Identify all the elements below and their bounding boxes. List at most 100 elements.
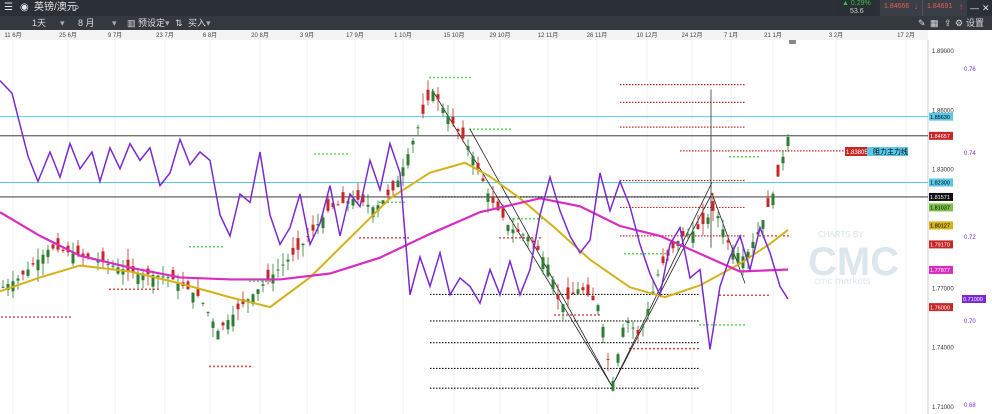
price-axis-label: 1.71000 bbox=[932, 405, 954, 411]
candle-body bbox=[501, 208, 505, 218]
candle-body bbox=[211, 321, 215, 328]
timeframe-select[interactable]: 1天 bbox=[32, 17, 46, 29]
candle-body bbox=[106, 263, 110, 265]
signal-dot bbox=[783, 235, 785, 237]
candle-body bbox=[286, 259, 290, 262]
signal-dot bbox=[387, 236, 389, 239]
candle-body bbox=[421, 104, 425, 114]
instrument-name[interactable]: 英镑/澳元 bbox=[34, 2, 77, 14]
signal-dot bbox=[217, 245, 219, 248]
chart-type-icon[interactable]: ▥ bbox=[127, 17, 136, 29]
time-tick-label: 3 2月 bbox=[828, 33, 844, 39]
minimize-icon[interactable]: — bbox=[970, 2, 979, 14]
signal-dot bbox=[445, 76, 447, 79]
signal-dot bbox=[715, 324, 717, 326]
chevron-down-icon[interactable]: ▾ bbox=[206, 17, 211, 29]
buy-icon[interactable]: ⇅ bbox=[175, 17, 183, 29]
buy-order-button[interactable]: 买入 bbox=[188, 17, 206, 29]
chart-toolbar: 1天 ▾ 8 月 ▾ ▥ 预设定 ▾ ⇅ 买入 ▾ ✎ ▦ ⇪ ⚙ 设置 bbox=[0, 16, 992, 30]
candle-body bbox=[566, 287, 570, 300]
candle-body bbox=[646, 309, 650, 315]
price-chart[interactable]: 1.890001.860001.830001.770001.740001.710… bbox=[0, 40, 992, 414]
candle-body bbox=[31, 263, 35, 265]
signal-dot bbox=[229, 365, 231, 368]
chevron-down-icon[interactable]: ▾ bbox=[112, 17, 117, 29]
signal-dot bbox=[652, 252, 654, 255]
candle-body bbox=[716, 216, 720, 219]
time-tick-label: 3 9月 bbox=[299, 33, 315, 39]
signal-dot bbox=[346, 153, 348, 155]
candle-body bbox=[21, 270, 25, 275]
signal-dot bbox=[673, 347, 675, 350]
change-panel: ▲ 0.29% 53.6 bbox=[838, 0, 878, 16]
candle-body bbox=[606, 359, 610, 361]
signal-dot bbox=[399, 201, 401, 204]
candle-body bbox=[296, 238, 300, 250]
draw-icon[interactable]: ✎ bbox=[918, 17, 926, 29]
chevron-down-icon[interactable]: ▾ bbox=[165, 17, 170, 29]
resistance-annotation[interactable]: 1.83805 阻力主力线 bbox=[845, 147, 908, 156]
period-select[interactable]: 8 月 bbox=[78, 17, 95, 29]
signal-dot bbox=[49, 316, 51, 318]
signal-dot bbox=[221, 245, 223, 248]
candle-body bbox=[776, 164, 780, 177]
price-tag-label: 1.80127 bbox=[930, 224, 950, 230]
candle-body bbox=[431, 91, 435, 102]
signal-dot bbox=[265, 280, 267, 283]
signal-dot bbox=[221, 365, 223, 368]
candle-body bbox=[761, 220, 765, 229]
candle-body bbox=[486, 193, 490, 202]
buy-button[interactable]: 1.84691 ↑ bbox=[922, 0, 967, 16]
signal-dot bbox=[233, 365, 235, 368]
candle-body bbox=[466, 145, 470, 150]
signal-dot bbox=[525, 217, 527, 220]
signal-dot bbox=[469, 76, 471, 79]
signal-dot bbox=[733, 155, 735, 158]
close-icon[interactable]: ✕ bbox=[982, 2, 990, 14]
signal-dot bbox=[677, 347, 679, 350]
search-icon[interactable]: ⌕ bbox=[74, 2, 80, 14]
menu-icon[interactable]: ☰ bbox=[4, 2, 13, 14]
preset-button[interactable]: 预设定 bbox=[138, 17, 165, 29]
candle-body bbox=[441, 107, 445, 113]
settings-button[interactable]: 设置 bbox=[966, 17, 984, 29]
chevron-down-icon[interactable]: ▾ bbox=[60, 17, 65, 29]
signal-dot bbox=[661, 347, 663, 350]
sell-price: 1.84666 bbox=[884, 3, 910, 10]
signal-dot bbox=[197, 245, 199, 248]
signal-dot bbox=[489, 128, 491, 131]
signal-dot bbox=[201, 245, 203, 248]
signal-dot bbox=[429, 76, 431, 79]
signal-dot bbox=[225, 365, 227, 368]
candle-body bbox=[301, 243, 305, 246]
signal-dot bbox=[209, 365, 211, 368]
candle-body bbox=[541, 257, 545, 270]
signal-dot bbox=[759, 294, 761, 297]
price-tag-label: 1.85630 bbox=[930, 115, 950, 121]
gear-icon[interactable]: ⚙ bbox=[955, 17, 963, 29]
signal-dot bbox=[578, 314, 580, 316]
candle-body bbox=[126, 259, 130, 271]
sell-button[interactable]: 1.84666 ↓ bbox=[880, 0, 922, 16]
buy-price: 1.84691 bbox=[927, 3, 953, 10]
signal-dot bbox=[755, 294, 757, 297]
signal-dot bbox=[433, 76, 435, 79]
signal-dot bbox=[213, 365, 215, 368]
layout-icon[interactable]: ▦ bbox=[930, 17, 939, 29]
share-icon[interactable]: ⇪ bbox=[944, 17, 952, 29]
signal-dot bbox=[69, 316, 71, 318]
annotation-price: 1.83805 bbox=[846, 150, 868, 156]
candle-body bbox=[61, 249, 65, 251]
candle-body bbox=[551, 279, 555, 290]
signal-dot bbox=[1, 316, 3, 318]
signal-dot bbox=[739, 324, 741, 326]
candle-body bbox=[281, 264, 285, 266]
change-sub: 53.6 bbox=[850, 8, 864, 15]
candle-body bbox=[311, 224, 315, 231]
candle-body bbox=[711, 201, 715, 211]
signal-dot bbox=[660, 252, 662, 255]
candle-body bbox=[446, 115, 450, 125]
scroll-handle[interactable] bbox=[789, 40, 796, 44]
candle-body bbox=[506, 225, 510, 232]
candle-body bbox=[571, 292, 575, 295]
